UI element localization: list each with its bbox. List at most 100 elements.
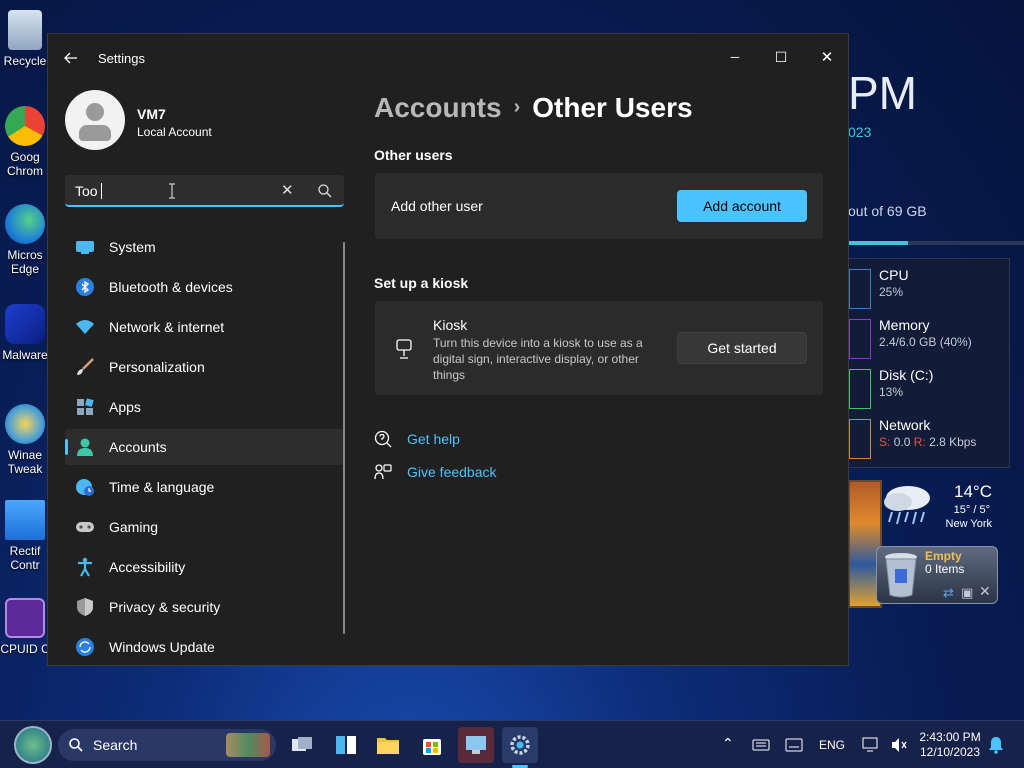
- volume-muted-icon[interactable]: [890, 737, 908, 753]
- nav-item-network[interactable]: Network & internet: [65, 309, 344, 345]
- perf-name: Memory: [879, 317, 930, 333]
- add-account-button[interactable]: Add account: [677, 190, 807, 222]
- weather-widget: 14°C 15° / 5° New York: [878, 478, 998, 540]
- window-icon[interactable]: ▣: [961, 585, 973, 601]
- perf-value: 13%: [879, 385, 904, 399]
- gamepad-icon: [75, 517, 95, 537]
- touch-keyboard-icon[interactable]: [785, 738, 803, 752]
- nav-item-apps[interactable]: Apps: [65, 389, 344, 425]
- update-icon: [75, 637, 95, 657]
- desktop-icon-winaero[interactable]: Winae Tweak: [0, 404, 50, 476]
- perf-disk: Disk (C:) 13%: [879, 367, 933, 399]
- start-button-icon[interactable]: [14, 726, 52, 764]
- perf-name: CPU: [879, 267, 909, 283]
- remote-desktop-icon[interactable]: [458, 727, 494, 763]
- taskbar-clock[interactable]: 2:43:00 PM 12/10/2023: [918, 730, 982, 760]
- globe-clock-icon: [75, 477, 95, 497]
- kiosk-icon: [396, 339, 412, 359]
- taskbar: Search ⌃ ENG 2:43:00 PM 12/10/2023: [0, 720, 1024, 768]
- search-icon[interactable]: [317, 183, 333, 199]
- get-help-link[interactable]: Get help: [374, 430, 460, 448]
- give-feedback-link[interactable]: Give feedback: [374, 463, 497, 481]
- perf-cpu: CPU 25%: [879, 267, 909, 299]
- chevron-up-icon[interactable]: ⌃: [722, 735, 734, 752]
- desktop-icon-rectify[interactable]: Rectif Contr: [0, 500, 50, 572]
- desktop-icon-label: Recycle: [3, 54, 47, 68]
- widgets-icon[interactable]: [328, 727, 364, 763]
- empty-bin-icon[interactable]: ✕: [979, 583, 991, 600]
- perf-value: 2.4/6.0 GB (40%): [879, 335, 972, 349]
- network-icon[interactable]: [862, 737, 880, 753]
- clear-search-icon[interactable]: ✕: [281, 181, 294, 199]
- nav-item-time-language[interactable]: Time & language: [65, 469, 344, 505]
- nav-item-gaming[interactable]: Gaming: [65, 509, 344, 545]
- desktop-icon-label: Micros Edge: [7, 248, 43, 276]
- desktop-icon-recycle-bin[interactable]: Recycle: [0, 10, 50, 68]
- nav-label: Gaming: [109, 519, 159, 535]
- settings-search-box[interactable]: Too ✕: [65, 175, 344, 207]
- back-arrow-icon[interactable]: [62, 49, 80, 67]
- kiosk-title: Kiosk: [433, 317, 468, 333]
- keyboard-icon[interactable]: [752, 738, 770, 752]
- nav-item-personalization[interactable]: Personalization: [65, 349, 344, 385]
- recv-value: 2.8 Kbps: [929, 435, 977, 449]
- nav-label: Apps: [109, 399, 141, 415]
- get-started-button[interactable]: Get started: [677, 332, 807, 364]
- cpu-graph: [849, 269, 871, 309]
- add-other-user-label: Add other user: [391, 198, 483, 214]
- minimize-button[interactable]: ─: [712, 42, 758, 72]
- taskbar-search[interactable]: Search: [58, 729, 276, 761]
- desktop-icon-label: Winae Tweak: [7, 448, 43, 476]
- perf-memory: Memory 2.4/6.0 GB (40%): [879, 317, 972, 349]
- weather-city: New York: [945, 518, 992, 530]
- nav-item-privacy[interactable]: Privacy & security: [65, 589, 344, 625]
- title-bar[interactable]: Settings ─ ☐ ✕: [48, 34, 848, 80]
- nav-scrollbar[interactable]: [343, 242, 345, 634]
- refresh-icon[interactable]: ⇄: [943, 585, 954, 601]
- maximize-button[interactable]: ☐: [758, 42, 804, 72]
- desktop-icon-chrome[interactable]: Goog Chrom: [0, 106, 50, 178]
- breadcrumb-parent[interactable]: Accounts: [374, 92, 502, 123]
- send-value: 0.0: [893, 435, 911, 449]
- language-indicator[interactable]: ENG: [819, 738, 845, 752]
- search-icon: [69, 738, 83, 752]
- apps-icon: [75, 397, 95, 417]
- section-title-other-users: Other users: [374, 147, 453, 163]
- notification-bell-icon[interactable]: [988, 736, 1004, 754]
- avatar[interactable]: [65, 90, 125, 150]
- memory-graph: [849, 319, 871, 359]
- task-view-icon[interactable]: [284, 727, 320, 763]
- nav-label: System: [109, 239, 156, 255]
- close-button[interactable]: ✕: [804, 42, 850, 72]
- nav-item-windows-update[interactable]: Windows Update: [65, 629, 344, 665]
- settings-gear-icon[interactable]: [502, 727, 538, 763]
- kiosk-description: Turn this device into a kiosk to use as …: [433, 336, 643, 382]
- search-input[interactable]: Too: [75, 183, 102, 199]
- nav-item-accessibility[interactable]: Accessibility: [65, 549, 344, 585]
- malwarebytes-icon: [5, 304, 45, 344]
- disk-usage-bar: [848, 241, 1024, 245]
- microsoft-store-icon[interactable]: [414, 727, 450, 763]
- desktop-icon-edge[interactable]: Micros Edge: [0, 204, 50, 276]
- desktop-icon-malwarebytes[interactable]: Malware: [0, 304, 50, 362]
- nav-label: Bluetooth & devices: [109, 279, 233, 295]
- nav-item-system[interactable]: System: [65, 229, 344, 265]
- perf-value: 25%: [879, 285, 904, 299]
- desktop-icon-cpuid[interactable]: CPUID C: [0, 598, 50, 656]
- desktop-icon-label: Goog Chrom: [6, 150, 43, 178]
- recycle-bin-icon: [8, 10, 42, 50]
- recv-label: R:: [913, 435, 926, 449]
- add-other-user-card: Add other user Add account: [375, 173, 823, 239]
- account-type: Local Account: [137, 125, 212, 139]
- get-help-text: Get help: [407, 431, 460, 447]
- recycle-bin-widget[interactable]: Empty 0 Items ⇄ ▣ ✕: [876, 546, 998, 604]
- perf-name: Network: [879, 417, 931, 433]
- nav-item-accounts[interactable]: Accounts: [65, 429, 344, 465]
- breadcrumb: Accounts › Other Users: [374, 92, 693, 124]
- nav-item-bluetooth[interactable]: Bluetooth & devices: [65, 269, 344, 305]
- accessibility-icon: [75, 557, 95, 577]
- desktop-icon-label: CPUID C: [0, 642, 50, 656]
- file-explorer-icon[interactable]: [370, 727, 406, 763]
- winaero-icon: [5, 404, 45, 444]
- search-value: Too: [75, 183, 98, 199]
